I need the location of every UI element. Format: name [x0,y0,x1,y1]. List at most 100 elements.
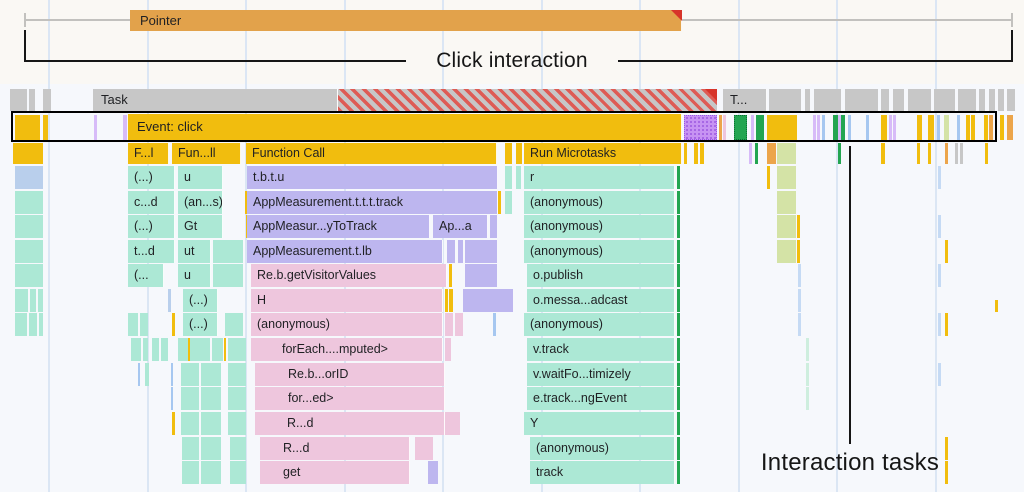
frame-track[interactable]: track [530,461,675,484]
flame-chart-segment[interactable] [777,143,796,164]
flame-chart-segment[interactable] [172,313,175,336]
flame-chart-segment[interactable] [806,387,809,410]
frame-o-messagebroadcast[interactable]: o.messa...adcast [527,289,675,312]
frame-get[interactable]: get [260,461,410,484]
flame-chart-segment[interactable] [777,215,796,238]
frame-col1[interactable]: (...) [128,166,175,189]
frame-y[interactable]: Y [524,412,675,435]
frame-col2[interactable]: (...) [183,313,218,336]
flame-chart-segment[interactable] [979,89,985,111]
flame-chart-segment[interactable] [230,437,246,460]
frame-v-track[interactable]: v.track [527,338,675,361]
flame-chart-segment[interactable] [777,191,796,214]
flame-chart-segment[interactable] [201,363,221,386]
flame-chart-segment[interactable] [677,412,680,435]
flame-chart-segment[interactable] [498,191,501,214]
flame-chart-segment[interactable] [213,264,243,287]
flame-chart-segment[interactable] [171,363,173,386]
flame-chart-segment[interactable] [700,143,704,164]
frame-r-d[interactable]: R...d [255,412,445,435]
flame-chart-segment[interactable] [15,264,43,287]
flame-chart-segment[interactable] [845,89,878,111]
flame-chart-segment[interactable] [224,338,226,361]
flame-chart-segment[interactable] [505,191,512,214]
flame-chart-segment[interactable] [225,313,243,336]
pointer-interaction-bar[interactable]: Pointer [130,10,682,31]
flame-chart-segment[interactable] [798,289,801,312]
flame-chart-segment[interactable] [777,166,796,189]
task-bar[interactable]: Task [93,89,338,111]
flame-chart-segment[interactable] [881,143,885,164]
flame-chart-segment[interactable] [128,313,138,336]
flame-chart-segment[interactable] [677,313,680,336]
frame-anonymous[interactable]: (anonymous) [524,240,675,263]
flame-chart-segment[interactable] [168,289,171,312]
flame-chart-segment[interactable] [677,289,680,312]
flame-chart-segment[interactable] [161,338,168,361]
flame-chart-segment[interactable] [917,143,920,164]
flame-chart-segment[interactable] [505,166,512,189]
frame-r-d[interactable]: R...d [260,437,410,460]
flame-chart-segment[interactable] [938,215,941,238]
flame-chart-segment[interactable] [928,143,931,164]
frame-run-microtasks[interactable]: Run Microtasks [524,143,682,164]
flame-chart-segment[interactable] [445,289,448,312]
frame-col2[interactable]: (...) [183,289,218,312]
frame-anonymous[interactable]: (anonymous) [524,313,675,336]
flame-chart-segment[interactable] [201,412,221,435]
flame-chart-segment[interactable] [677,338,680,361]
flame-chart-segment[interactable] [228,338,246,361]
flame-chart-segment[interactable] [143,338,148,361]
flame-chart-segment[interactable] [945,143,948,164]
flame-chart-segment[interactable] [38,289,43,312]
flame-chart-segment[interactable] [908,89,931,111]
flame-chart-segment[interactable] [15,191,43,214]
flame-chart-segment[interactable] [989,89,995,111]
flame-chart-segment[interactable] [172,412,175,435]
flame-chart-segment[interactable] [749,143,752,164]
flame-chart-segment[interactable] [182,461,199,484]
flame-chart-segment[interactable] [806,363,809,386]
flame-chart-segment[interactable] [43,89,51,111]
frame-col2[interactable]: (an...s) [178,191,223,214]
frame-function-call[interactable]: Function Call [246,143,497,164]
frame-ap-a[interactable]: Ap...a [433,215,488,238]
flame-chart-segment[interactable] [769,89,801,111]
flame-chart-segment[interactable] [985,143,988,164]
flame-chart-segment[interactable] [10,89,27,111]
flame-chart-segment[interactable] [677,461,680,484]
flame-chart-segment[interactable] [777,240,796,263]
flame-chart-segment[interactable] [1007,89,1015,111]
flame-chart-segment[interactable] [181,363,199,386]
frame-col2[interactable]: Gt [178,215,223,238]
flame-chart-segment[interactable] [958,89,976,111]
flame-chart-segment[interactable] [182,437,199,460]
flame-chart-segment[interactable] [881,89,889,111]
flame-chart-segment[interactable] [838,143,841,164]
flame-chart-segment[interactable] [228,363,246,386]
flame-chart-segment[interactable] [230,461,246,484]
flame-chart-segment[interactable] [39,313,43,336]
flame-chart-segment[interactable] [465,264,497,287]
flame-chart-segment[interactable] [30,289,36,312]
flame-chart-segment[interactable] [938,313,941,336]
flame-chart-segment[interactable] [178,338,188,361]
flame-chart-segment[interactable] [415,437,433,460]
flame-chart-segment[interactable] [15,240,43,263]
flame-chart-segment[interactable] [798,313,801,336]
flame-chart-segment[interactable] [171,387,173,410]
frame-col2[interactable]: u [178,264,211,287]
frame-r[interactable]: r [524,166,675,189]
flame-chart-segment[interactable] [516,143,522,164]
task-long-task-hatched[interactable] [338,89,717,111]
flame-chart-segment[interactable] [140,313,148,336]
frame-anonymous[interactable]: (anonymous) [524,191,675,214]
flame-chart-segment[interactable] [449,289,453,312]
flame-chart-segment[interactable] [684,143,687,164]
flame-chart-segment[interactable] [428,461,438,484]
flame-chart-segment[interactable] [677,240,680,263]
frame-col1[interactable]: c...d [128,191,175,214]
flame-chart-segment[interactable] [938,264,941,287]
frame-col2[interactable]: u [178,166,223,189]
frame-anonymous[interactable]: (anonymous) [524,215,675,238]
